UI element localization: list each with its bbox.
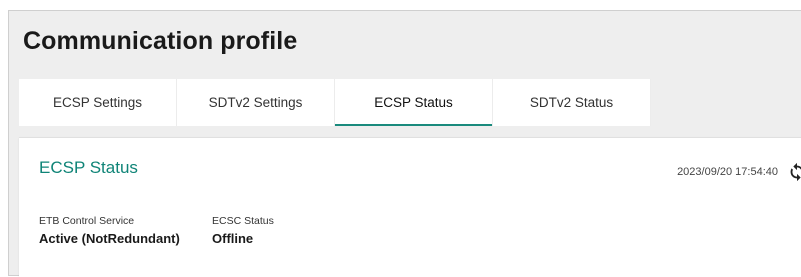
ecsc-status-label: ECSC Status xyxy=(212,215,274,227)
ecsc-status-field: ECSC Status Offline xyxy=(212,215,274,246)
ecsp-status-card: ECSP Status 2023/09/20 17:54:40 ETB Cont… xyxy=(19,137,801,277)
page-title: Communication profile xyxy=(23,27,298,55)
card-title: ECSP Status xyxy=(39,158,138,177)
refresh-icon[interactable] xyxy=(786,161,801,183)
ecsc-status-value: Offline xyxy=(212,231,254,246)
tab-bar: ECSP Settings SDTv2 Settings ECSP Status… xyxy=(19,79,651,126)
etb-control-service-value: Active (NotRedundant) xyxy=(39,231,180,246)
tab-ecsp-settings[interactable]: ECSP Settings xyxy=(19,79,177,126)
communication-profile-panel: Communication profile ECSP Settings SDTv… xyxy=(8,10,801,277)
etb-control-service-label: ETB Control Service xyxy=(39,215,135,227)
tab-sdtv2-status[interactable]: SDTv2 Status xyxy=(493,79,651,126)
last-updated-timestamp: 2023/09/20 17:54:40 xyxy=(677,166,778,178)
etb-control-service-field: ETB Control Service Active (NotRedundant… xyxy=(39,215,180,246)
tab-sdtv2-settings[interactable]: SDTv2 Settings xyxy=(177,79,335,126)
tab-ecsp-status[interactable]: ECSP Status xyxy=(335,79,493,126)
